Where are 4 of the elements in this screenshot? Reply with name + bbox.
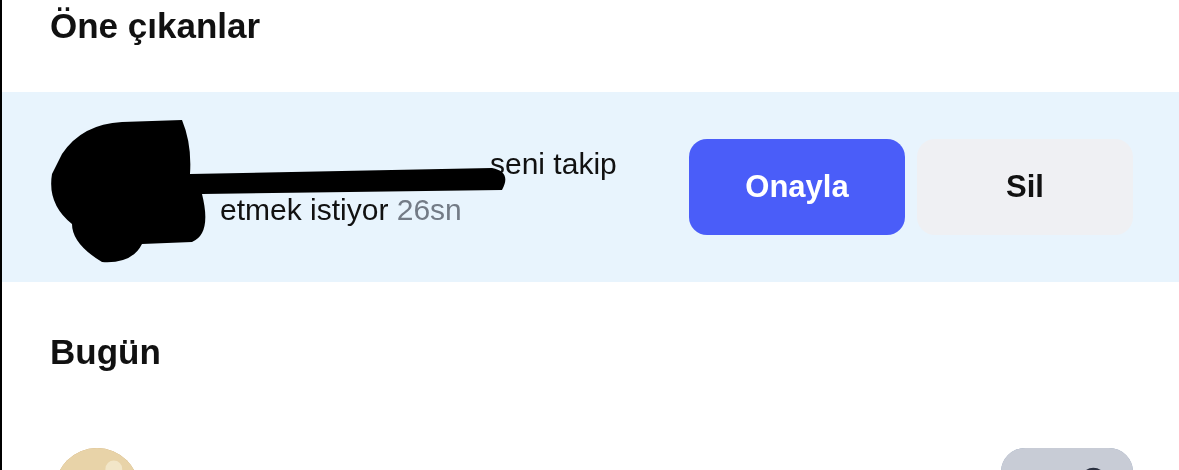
section-title: Öne çıkanlar — [50, 5, 261, 47]
delete-button[interactable]: Sil — [917, 139, 1133, 235]
confirm-button[interactable]: Onayla — [689, 139, 905, 235]
section-title: Bugün — [50, 330, 161, 373]
